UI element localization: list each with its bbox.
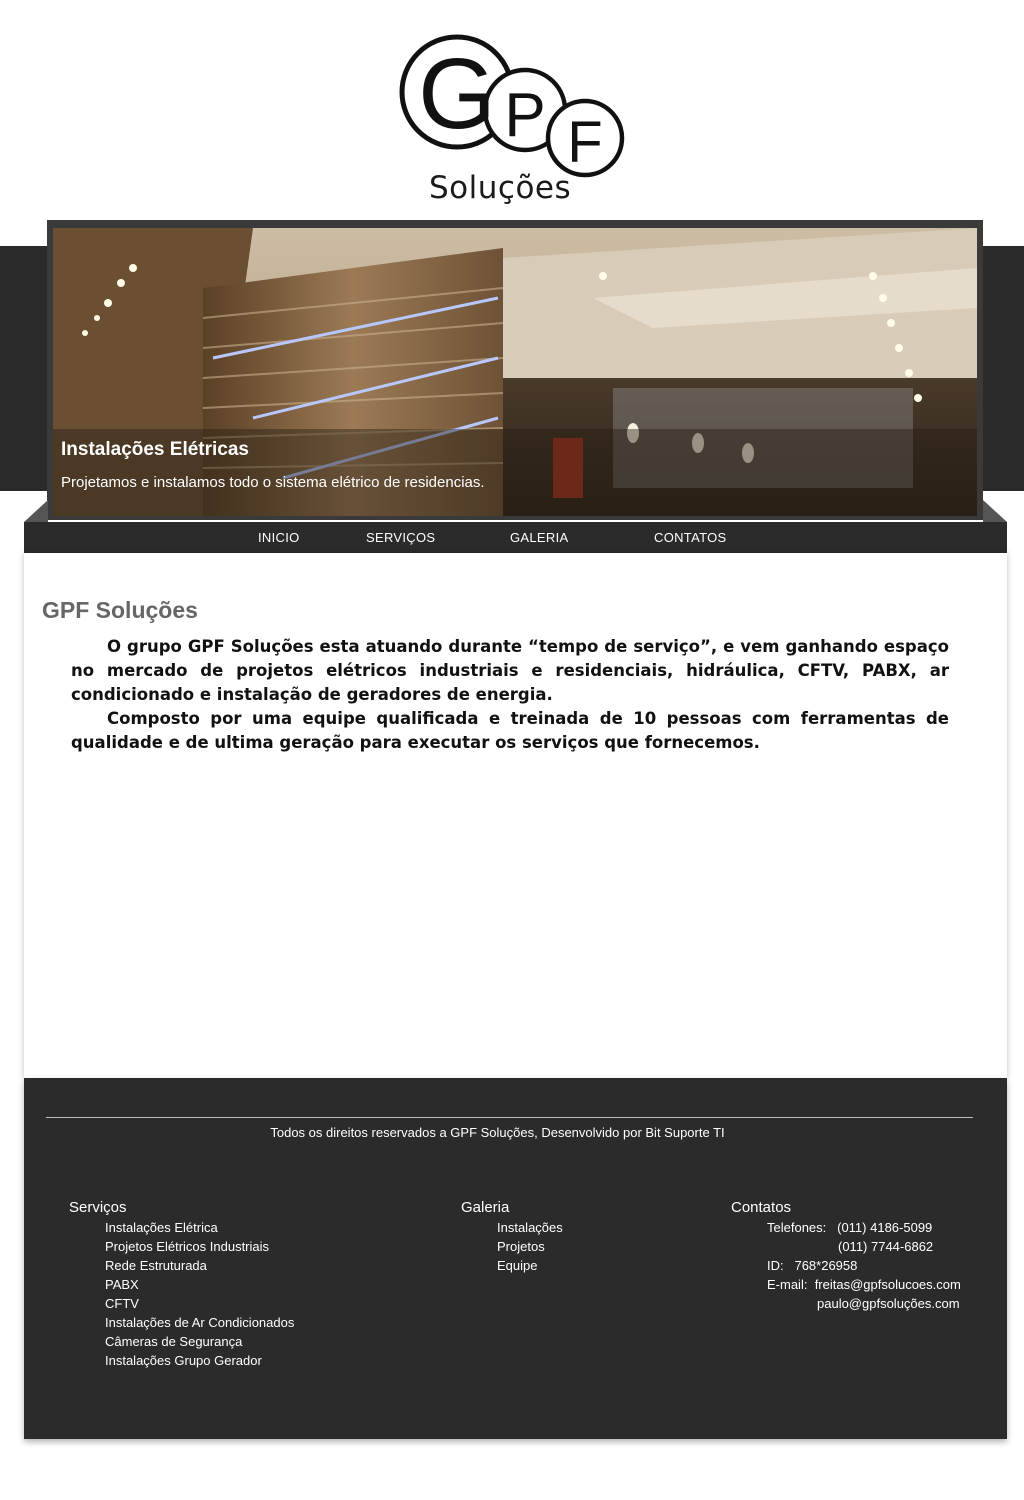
footer-gallery-title: Galeria bbox=[461, 1199, 510, 1216]
footer-services-list: Instalações Elétrica Projetos Elétricos … bbox=[105, 1218, 294, 1370]
hero-subtitle: Projetamos e instalamos todo o sistema e… bbox=[61, 474, 485, 491]
footer-link[interactable]: Câmeras de Segurança bbox=[105, 1332, 294, 1351]
hero-title: Instalações Elétricas bbox=[61, 439, 249, 460]
paragraph: Composto por uma equipe qualificada e tr… bbox=[71, 709, 949, 752]
footer-link[interactable]: Instalações Elétrica bbox=[105, 1218, 294, 1237]
nav-item-inicio[interactable]: INICIO bbox=[258, 530, 300, 545]
id-label: ID: bbox=[767, 1258, 784, 1273]
nav-item-contatos[interactable]: CONTATOS bbox=[654, 530, 726, 545]
page-title: GPF Soluções bbox=[42, 597, 198, 623]
nav-wedge-left bbox=[24, 500, 48, 522]
footer-link[interactable]: Projetos bbox=[497, 1237, 563, 1256]
nav-wedge-right bbox=[983, 500, 1007, 522]
nav-item-galeria[interactable]: GALERIA bbox=[510, 530, 568, 545]
id-value: 768*26958 bbox=[794, 1258, 858, 1273]
main-nav: INICIO SERVIÇOS GALERIA CONTATOS bbox=[24, 522, 1007, 553]
phone-1: (011) 4186-5099 bbox=[837, 1220, 933, 1235]
footer-contacts-title: Contatos bbox=[731, 1199, 792, 1216]
footer-services-title: Serviços bbox=[69, 1199, 127, 1216]
email-2[interactable]: paulo@gpfsoluções.com bbox=[817, 1296, 960, 1311]
hero-caption: Instalações Elétricas Projetamos e insta… bbox=[53, 429, 977, 516]
email-1[interactable]: freitas@gpfsolucoes.com bbox=[815, 1277, 961, 1292]
footer-contacts: Telefones: (011) 4186-5099 (011) 7744-68… bbox=[767, 1218, 961, 1313]
main-content: GPF Soluções O grupo GPF Soluções esta a… bbox=[24, 553, 1007, 1078]
footer-link[interactable]: Equipe bbox=[497, 1256, 563, 1275]
logo-rings-icon: G P F bbox=[399, 34, 625, 178]
logo-text: Soluções bbox=[429, 170, 572, 206]
footer-link[interactable]: Instalações Grupo Gerador bbox=[105, 1351, 294, 1370]
logo-letter-p: P bbox=[504, 81, 545, 150]
nav-item-servicos[interactable]: SERVIÇOS bbox=[366, 530, 435, 545]
footer: Todos os direitos reservados a GPF Soluç… bbox=[24, 1078, 1007, 1439]
footer-divider bbox=[46, 1117, 973, 1118]
email-label: E-mail: bbox=[767, 1277, 808, 1292]
site-logo[interactable]: G P F Soluções bbox=[395, 30, 635, 210]
logo-letter-g: G bbox=[418, 38, 496, 150]
footer-gallery-list: Instalações Projetos Equipe bbox=[497, 1218, 563, 1275]
footer-link[interactable]: Instalações bbox=[497, 1218, 563, 1237]
footer-link[interactable]: Rede Estruturada bbox=[105, 1256, 294, 1275]
footer-link[interactable]: PABX bbox=[105, 1275, 294, 1294]
intro-text: O grupo GPF Soluções esta atuando durant… bbox=[71, 635, 949, 755]
footer-link[interactable]: Instalações de Ar Condicionados bbox=[105, 1313, 294, 1332]
logo-letter-f: F bbox=[567, 110, 602, 175]
paragraph: O grupo GPF Soluções esta atuando durant… bbox=[71, 637, 949, 704]
footer-link[interactable]: Projetos Elétricos Industriais bbox=[105, 1237, 294, 1256]
footer-link[interactable]: CFTV bbox=[105, 1294, 294, 1313]
copyright: Todos os direitos reservados a GPF Soluç… bbox=[270, 1125, 725, 1140]
phones-label: Telefones: bbox=[767, 1220, 827, 1235]
phone-2: (011) 7744-6862 bbox=[838, 1239, 934, 1254]
